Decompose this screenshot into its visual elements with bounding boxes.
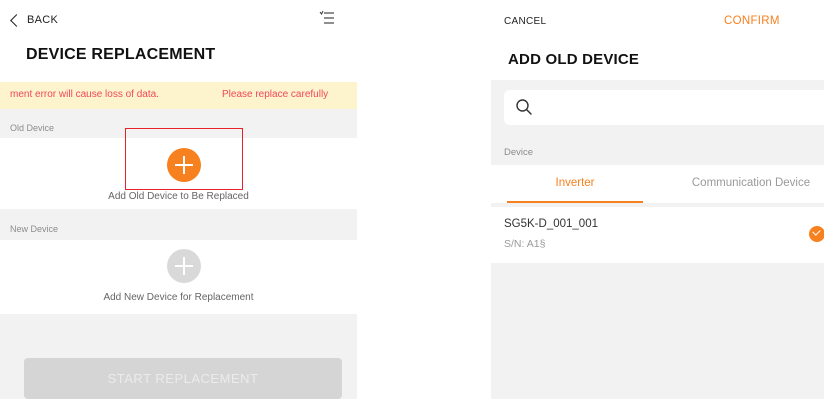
plus-circle-icon[interactable] xyxy=(167,249,201,283)
search-input[interactable] xyxy=(504,90,824,125)
start-replacement-button[interactable]: START REPLACEMENT xyxy=(24,358,342,399)
chevron-left-icon xyxy=(10,13,23,27)
plus-circle-icon[interactable] xyxy=(167,148,201,182)
add-new-device-caption: Add New Device for Replacement xyxy=(103,292,254,303)
device-type-tabs: Inverter Communication Device xyxy=(491,165,824,203)
add-old-device-caption: Add Old Device to Be Replaced xyxy=(108,191,249,202)
new-device-section-label: New Device xyxy=(10,224,59,234)
header: BACK DEVICE REPLACEMENT xyxy=(0,0,357,82)
list-item[interactable]: SG5K-D_001_001 S/N: A1§ xyxy=(491,207,824,263)
tab-communication-device[interactable]: Communication Device xyxy=(676,165,824,203)
confirm-button[interactable]: CONFIRM xyxy=(724,15,780,27)
warning-text: ment error will cause loss of data. xyxy=(10,89,159,100)
add-old-device-screen: CANCEL CONFIRM ADD OLD DEVICE Device Inv… xyxy=(491,0,824,399)
back-button[interactable]: BACK xyxy=(10,11,58,29)
warning-text-secondary: Please replace carefully xyxy=(222,89,329,100)
device-section-label: Device xyxy=(504,147,534,158)
old-device-card: Add Old Device to Be Replaced xyxy=(0,138,357,209)
back-label: BACK xyxy=(27,14,59,26)
warning-banner: ment error will cause loss of data. Plea… xyxy=(0,82,357,109)
tab-inverter[interactable]: Inverter xyxy=(507,165,643,203)
page-title: DEVICE REPLACEMENT xyxy=(26,46,216,63)
search-icon xyxy=(516,99,532,115)
new-device-card: Add New Device for Replacement xyxy=(0,240,357,314)
header: CANCEL CONFIRM ADD OLD DEVICE xyxy=(491,0,824,80)
device-serial-number: S/N: A1§ xyxy=(504,238,546,250)
device-replacement-screen: BACK DEVICE REPLACEMENT ment error will … xyxy=(0,0,357,399)
cancel-button[interactable]: CANCEL xyxy=(504,16,546,27)
device-name: SG5K-D_001_001 xyxy=(504,218,598,230)
page-title: ADD OLD DEVICE xyxy=(508,51,640,68)
check-circle-icon xyxy=(809,226,824,242)
menu-list-icon[interactable] xyxy=(319,10,335,26)
old-device-section-label: Old Device xyxy=(10,123,55,133)
